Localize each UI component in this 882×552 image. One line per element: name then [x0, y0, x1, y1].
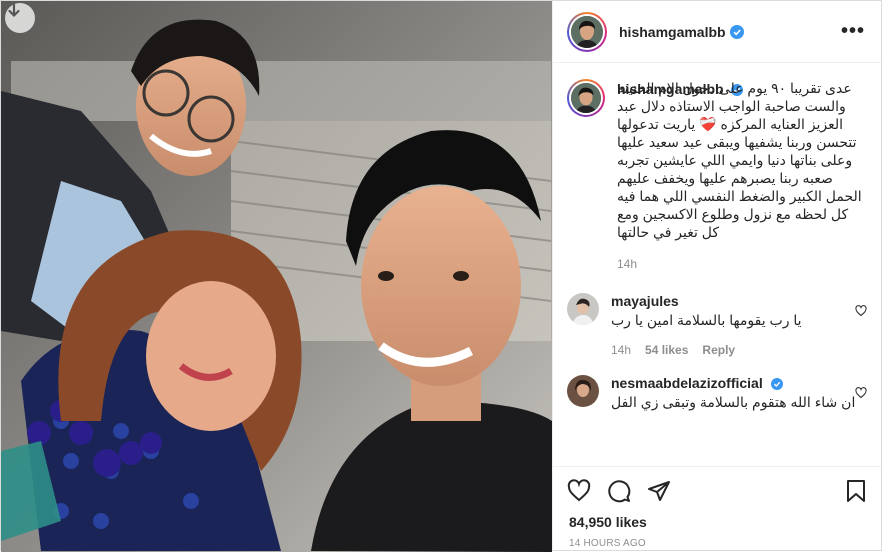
comment-username[interactable]: nesmaabdelazizofficial — [611, 375, 763, 391]
likes-count[interactable]: 84,950 likes — [553, 514, 881, 530]
comments-list: hishamgamalbb عدى تقريبا ٩٠ يوم على دخول… — [553, 63, 881, 466]
action-bar — [553, 466, 881, 514]
post-username[interactable]: hishamgamalbb — [619, 24, 726, 40]
post-header: hishamgamalbb ••• — [553, 1, 881, 63]
verified-icon — [770, 378, 783, 390]
selfie-illustration — [1, 1, 552, 552]
comment-username[interactable]: mayajules — [611, 293, 679, 309]
caption-avatar[interactable] — [567, 79, 605, 117]
share-icon[interactable] — [647, 479, 671, 503]
comment-item: nesmaabdelazizofficial ان شاء الله هتقوم… — [567, 375, 867, 411]
more-options-button[interactable]: ••• — [841, 20, 865, 43]
profile-avatar[interactable] — [567, 11, 607, 52]
comment-text: ان شاء الله هتقوم بالسلامة وتبقى زي الفل — [611, 394, 856, 410]
comment-avatar[interactable] — [567, 293, 599, 325]
download-button[interactable] — [5, 3, 35, 33]
caption-text: عدى تقريبا ٩٠ يوم على دخول الام الحنينه … — [617, 80, 862, 240]
post-photo[interactable] — [1, 1, 552, 552]
comment-text: يا رب يقومها بالسلامة امين يا رب — [611, 312, 802, 328]
post-timestamp[interactable]: 14 HOURS AGO — [553, 530, 881, 549]
heart-icon[interactable] — [855, 387, 867, 399]
post-footer: 84,950 likes 14 HOURS AGO — [553, 466, 881, 550]
comment-avatar[interactable] — [567, 375, 599, 407]
heart-icon[interactable] — [855, 305, 867, 317]
reply-button[interactable]: Reply — [702, 343, 735, 357]
verified-icon — [729, 24, 744, 39]
heart-icon[interactable] — [567, 478, 591, 503]
comment-icon[interactable] — [607, 479, 631, 503]
comment-item: mayajules يا رب يقومها بالسلامة امين يا … — [567, 293, 867, 357]
caption: hishamgamalbb عدى تقريبا ٩٠ يوم على دخول… — [567, 79, 867, 271]
post-side-panel: hishamgamalbb ••• hishamgamalbb عدى تقري… — [552, 1, 881, 550]
comment-time[interactable]: 14h — [611, 343, 631, 357]
download-icon — [8, 3, 20, 18]
bookmark-icon[interactable] — [845, 479, 867, 503]
instagram-post: hishamgamalbb ••• hishamgamalbb عدى تقري… — [0, 0, 882, 552]
caption-time[interactable]: 14h — [617, 257, 637, 271]
comment-likes[interactable]: 54 likes — [645, 343, 688, 357]
